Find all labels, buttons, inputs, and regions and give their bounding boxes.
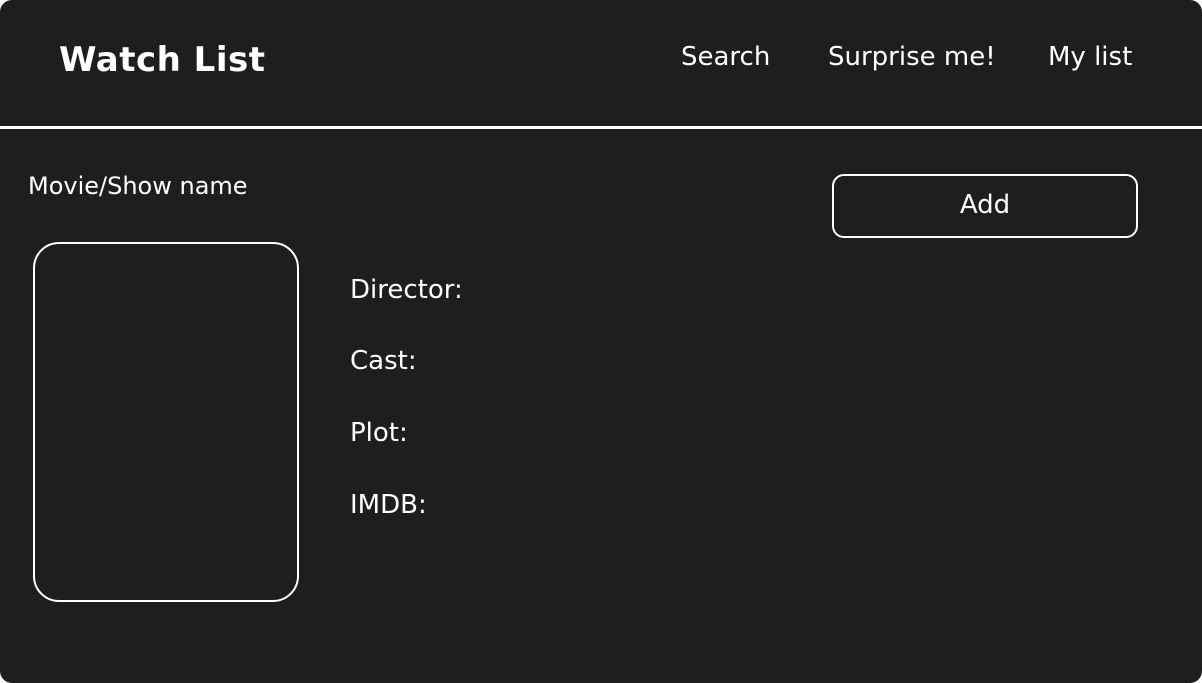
header-divider: [0, 126, 1202, 129]
app-title: Watch List: [59, 40, 266, 80]
imdb-label: IMDB:: [350, 490, 427, 520]
header: Watch List Search Surprise me! My list: [0, 0, 1202, 127]
app-window: Watch List Search Surprise me! My list M…: [0, 0, 1202, 683]
plot-label: Plot:: [350, 418, 408, 448]
add-button[interactable]: Add: [832, 174, 1138, 238]
nav-my-list-link[interactable]: My list: [1048, 42, 1132, 72]
nav-surprise-me-link[interactable]: Surprise me!: [828, 42, 996, 72]
movie-title-label: Movie/Show name: [28, 172, 248, 200]
poster-placeholder: [33, 242, 299, 602]
director-label: Director:: [350, 275, 463, 305]
nav-search-link[interactable]: Search: [681, 42, 770, 72]
cast-label: Cast:: [350, 346, 417, 376]
